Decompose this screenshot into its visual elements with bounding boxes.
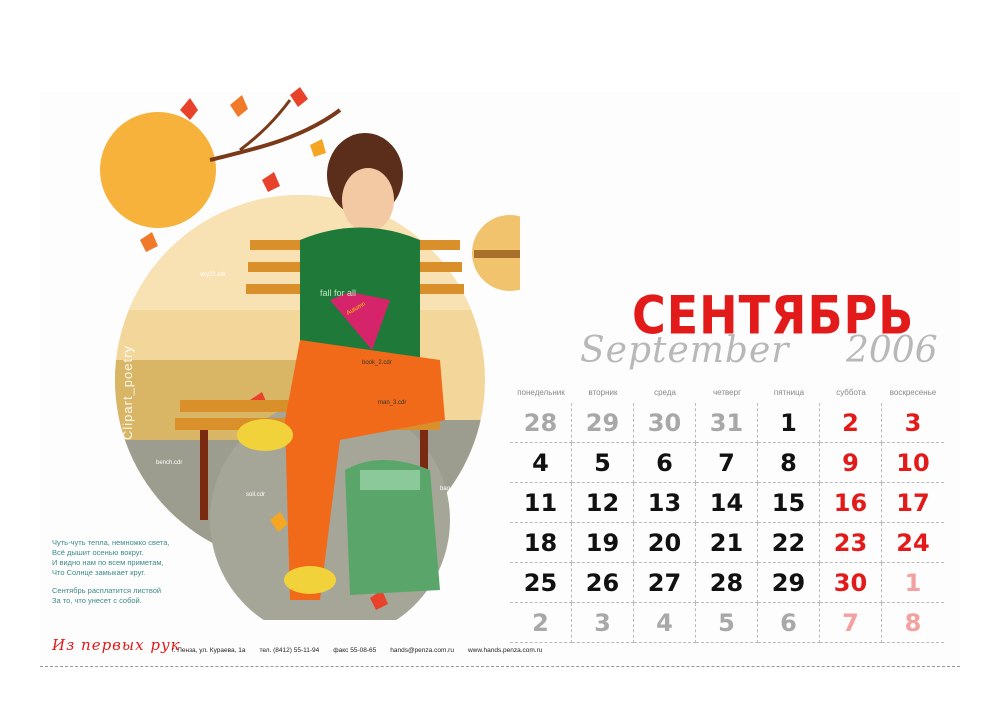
weekday-label: суббота — [836, 388, 866, 397]
day-cell: 1 — [758, 403, 820, 443]
day-cell: 4 — [634, 603, 696, 643]
brand-logo: Из первых рук — [52, 636, 181, 654]
website-link[interactable]: www.hands.penza.com.ru — [468, 647, 542, 654]
sky-file-label: sky21.cdr — [200, 272, 226, 278]
calendar-grid: понедельник вторник среда четверг пятниц… — [510, 388, 945, 643]
days-grid: 28 29 30 31 1 2 3 4 5 6 7 8 9 10 11 12 1… — [510, 403, 945, 643]
day-cell: 11 — [510, 483, 572, 523]
day-cell: 12 — [572, 483, 634, 523]
phone-text: тел. (8412) 55-11-94 — [259, 647, 320, 654]
day-cell: 30 — [820, 563, 882, 603]
weekday-label: среда — [654, 388, 676, 397]
day-cell: 24 — [882, 523, 944, 563]
day-cell: 8 — [882, 603, 944, 643]
poem-line: Сентябрь расплатится листвой — [52, 586, 162, 595]
backpack — [345, 460, 440, 595]
weekday-label: четверг — [713, 388, 741, 397]
contact-line: г. Пенза, ул. Кураева, 1а тел. (8412) 55… — [172, 647, 542, 654]
day-cell: 28 — [696, 563, 758, 603]
day-cell: 15 — [758, 483, 820, 523]
day-cell: 23 — [820, 523, 882, 563]
clipart-vertical-label: Clipart_poetry — [120, 345, 135, 440]
day-cell: 1 — [882, 563, 944, 603]
man-file-label: man_3.cdr — [378, 400, 407, 406]
year-title: 2006 — [846, 330, 938, 371]
day-cell: 2 — [510, 603, 572, 643]
poem-line: Что Солнце замыкает круг. — [52, 568, 146, 577]
weekday-label: вторник — [588, 388, 618, 397]
day-cell: 31 — [696, 403, 758, 443]
day-cell: 16 — [820, 483, 882, 523]
day-cell: 28 — [510, 403, 572, 443]
day-cell: 26 — [572, 563, 634, 603]
day-cell: 6 — [758, 603, 820, 643]
weekday-label: воскресенье — [889, 388, 937, 397]
day-cell: 13 — [634, 483, 696, 523]
day-cell: 2 — [820, 403, 882, 443]
day-cell: 8 — [758, 443, 820, 483]
day-cell: 3 — [882, 403, 944, 443]
day-cell: 5 — [572, 443, 634, 483]
day-cell: 19 — [572, 523, 634, 563]
weekday-label: пятница — [773, 388, 805, 397]
day-cell: 18 — [510, 523, 572, 563]
day-cell: 9 — [820, 443, 882, 483]
day-cell: 7 — [820, 603, 882, 643]
autumn-illustration — [100, 87, 520, 620]
soil-file-label: soil.cdr — [246, 492, 266, 498]
bag-file-label: bag.cdr — [440, 486, 461, 492]
day-cell: 17 — [882, 483, 944, 523]
poem-line: И видно нам по всем приметам, — [52, 558, 164, 567]
day-cell: 6 — [634, 443, 696, 483]
day-cell: 14 — [696, 483, 758, 523]
day-cell: 29 — [758, 563, 820, 603]
bench-file-label: bench.cdr — [156, 460, 183, 466]
day-cell: 30 — [634, 403, 696, 443]
day-cell: 7 — [696, 443, 758, 483]
poem: Чуть-чуть тепла, немножко света, Всё дыш… — [52, 538, 169, 606]
book-file-label: book_2.cdr — [362, 360, 392, 366]
day-cell: 22 — [758, 523, 820, 563]
day-cell: 25 — [510, 563, 572, 603]
day-cell: 10 — [882, 443, 944, 483]
weekday-label: понедельник — [517, 388, 565, 397]
day-cell: 20 — [634, 523, 696, 563]
shirt-print: fall for all — [320, 288, 357, 298]
cut-line — [40, 666, 960, 667]
day-cell: 27 — [634, 563, 696, 603]
poem-line: Всё дышит осенью вокруг. — [52, 548, 144, 557]
day-cell: 21 — [696, 523, 758, 563]
poem-line: За то, что унесет с собой. — [52, 596, 142, 605]
fax-text: факс 55-08-65 — [333, 647, 377, 654]
sun-circle — [100, 112, 216, 228]
address-text: г. Пенза, ул. Кураева, 1а — [172, 647, 246, 654]
day-cell: 3 — [572, 603, 634, 643]
day-cell: 5 — [696, 603, 758, 643]
email-link[interactable]: hands@penza.com.ru — [390, 647, 454, 654]
day-cell: 4 — [510, 443, 572, 483]
weekday-header: понедельник вторник среда четверг пятниц… — [510, 388, 945, 397]
poem-line: Чуть-чуть тепла, немножко света, — [52, 538, 170, 547]
day-cell: 29 — [572, 403, 634, 443]
month-title-en: September — [580, 330, 790, 371]
